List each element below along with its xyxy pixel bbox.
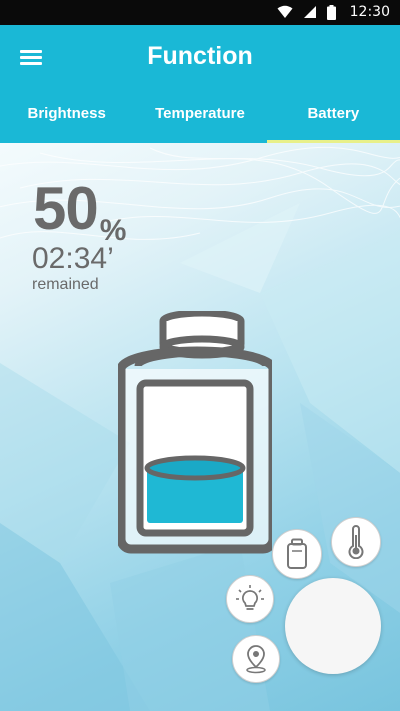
remained-label: remained [32, 276, 99, 293]
location-pin-icon [246, 645, 266, 674]
tab-temperature[interactable]: Temperature [133, 85, 266, 143]
battery-shortcut-button[interactable] [272, 529, 322, 579]
location-shortcut-button[interactable] [232, 635, 280, 683]
status-icons: 12:30 [277, 4, 390, 20]
tab-bar: Brightness Temperature Battery [0, 85, 400, 143]
battery-percentage: 50% [33, 179, 126, 248]
page-title: Function [147, 42, 253, 70]
brightness-shortcut-button[interactable] [226, 575, 274, 623]
temperature-shortcut-button[interactable] [331, 517, 381, 567]
battery-icon [287, 538, 307, 569]
battery-fill-level [144, 455, 246, 523]
battery-status-icon [326, 4, 336, 20]
tab-brightness[interactable]: Brightness [0, 85, 133, 143]
signal-icon [303, 6, 316, 18]
status-bar: 12:30 [0, 0, 400, 25]
battery-percentage-value: 50 [33, 175, 99, 242]
battery-panel: 50% 02:34’ remained [0, 143, 400, 711]
floating-action-button[interactable] [285, 578, 381, 674]
status-time: 12:30 [349, 4, 390, 20]
wifi-icon [277, 5, 293, 18]
app-bar: Function Brightness Temperature Battery [0, 25, 400, 143]
time-remaining: 02:34’ [32, 242, 114, 275]
lightbulb-icon [236, 585, 264, 610]
thermometer-icon [348, 525, 364, 559]
tab-battery[interactable]: Battery [266, 85, 400, 143]
battery-illustration [118, 311, 272, 554]
